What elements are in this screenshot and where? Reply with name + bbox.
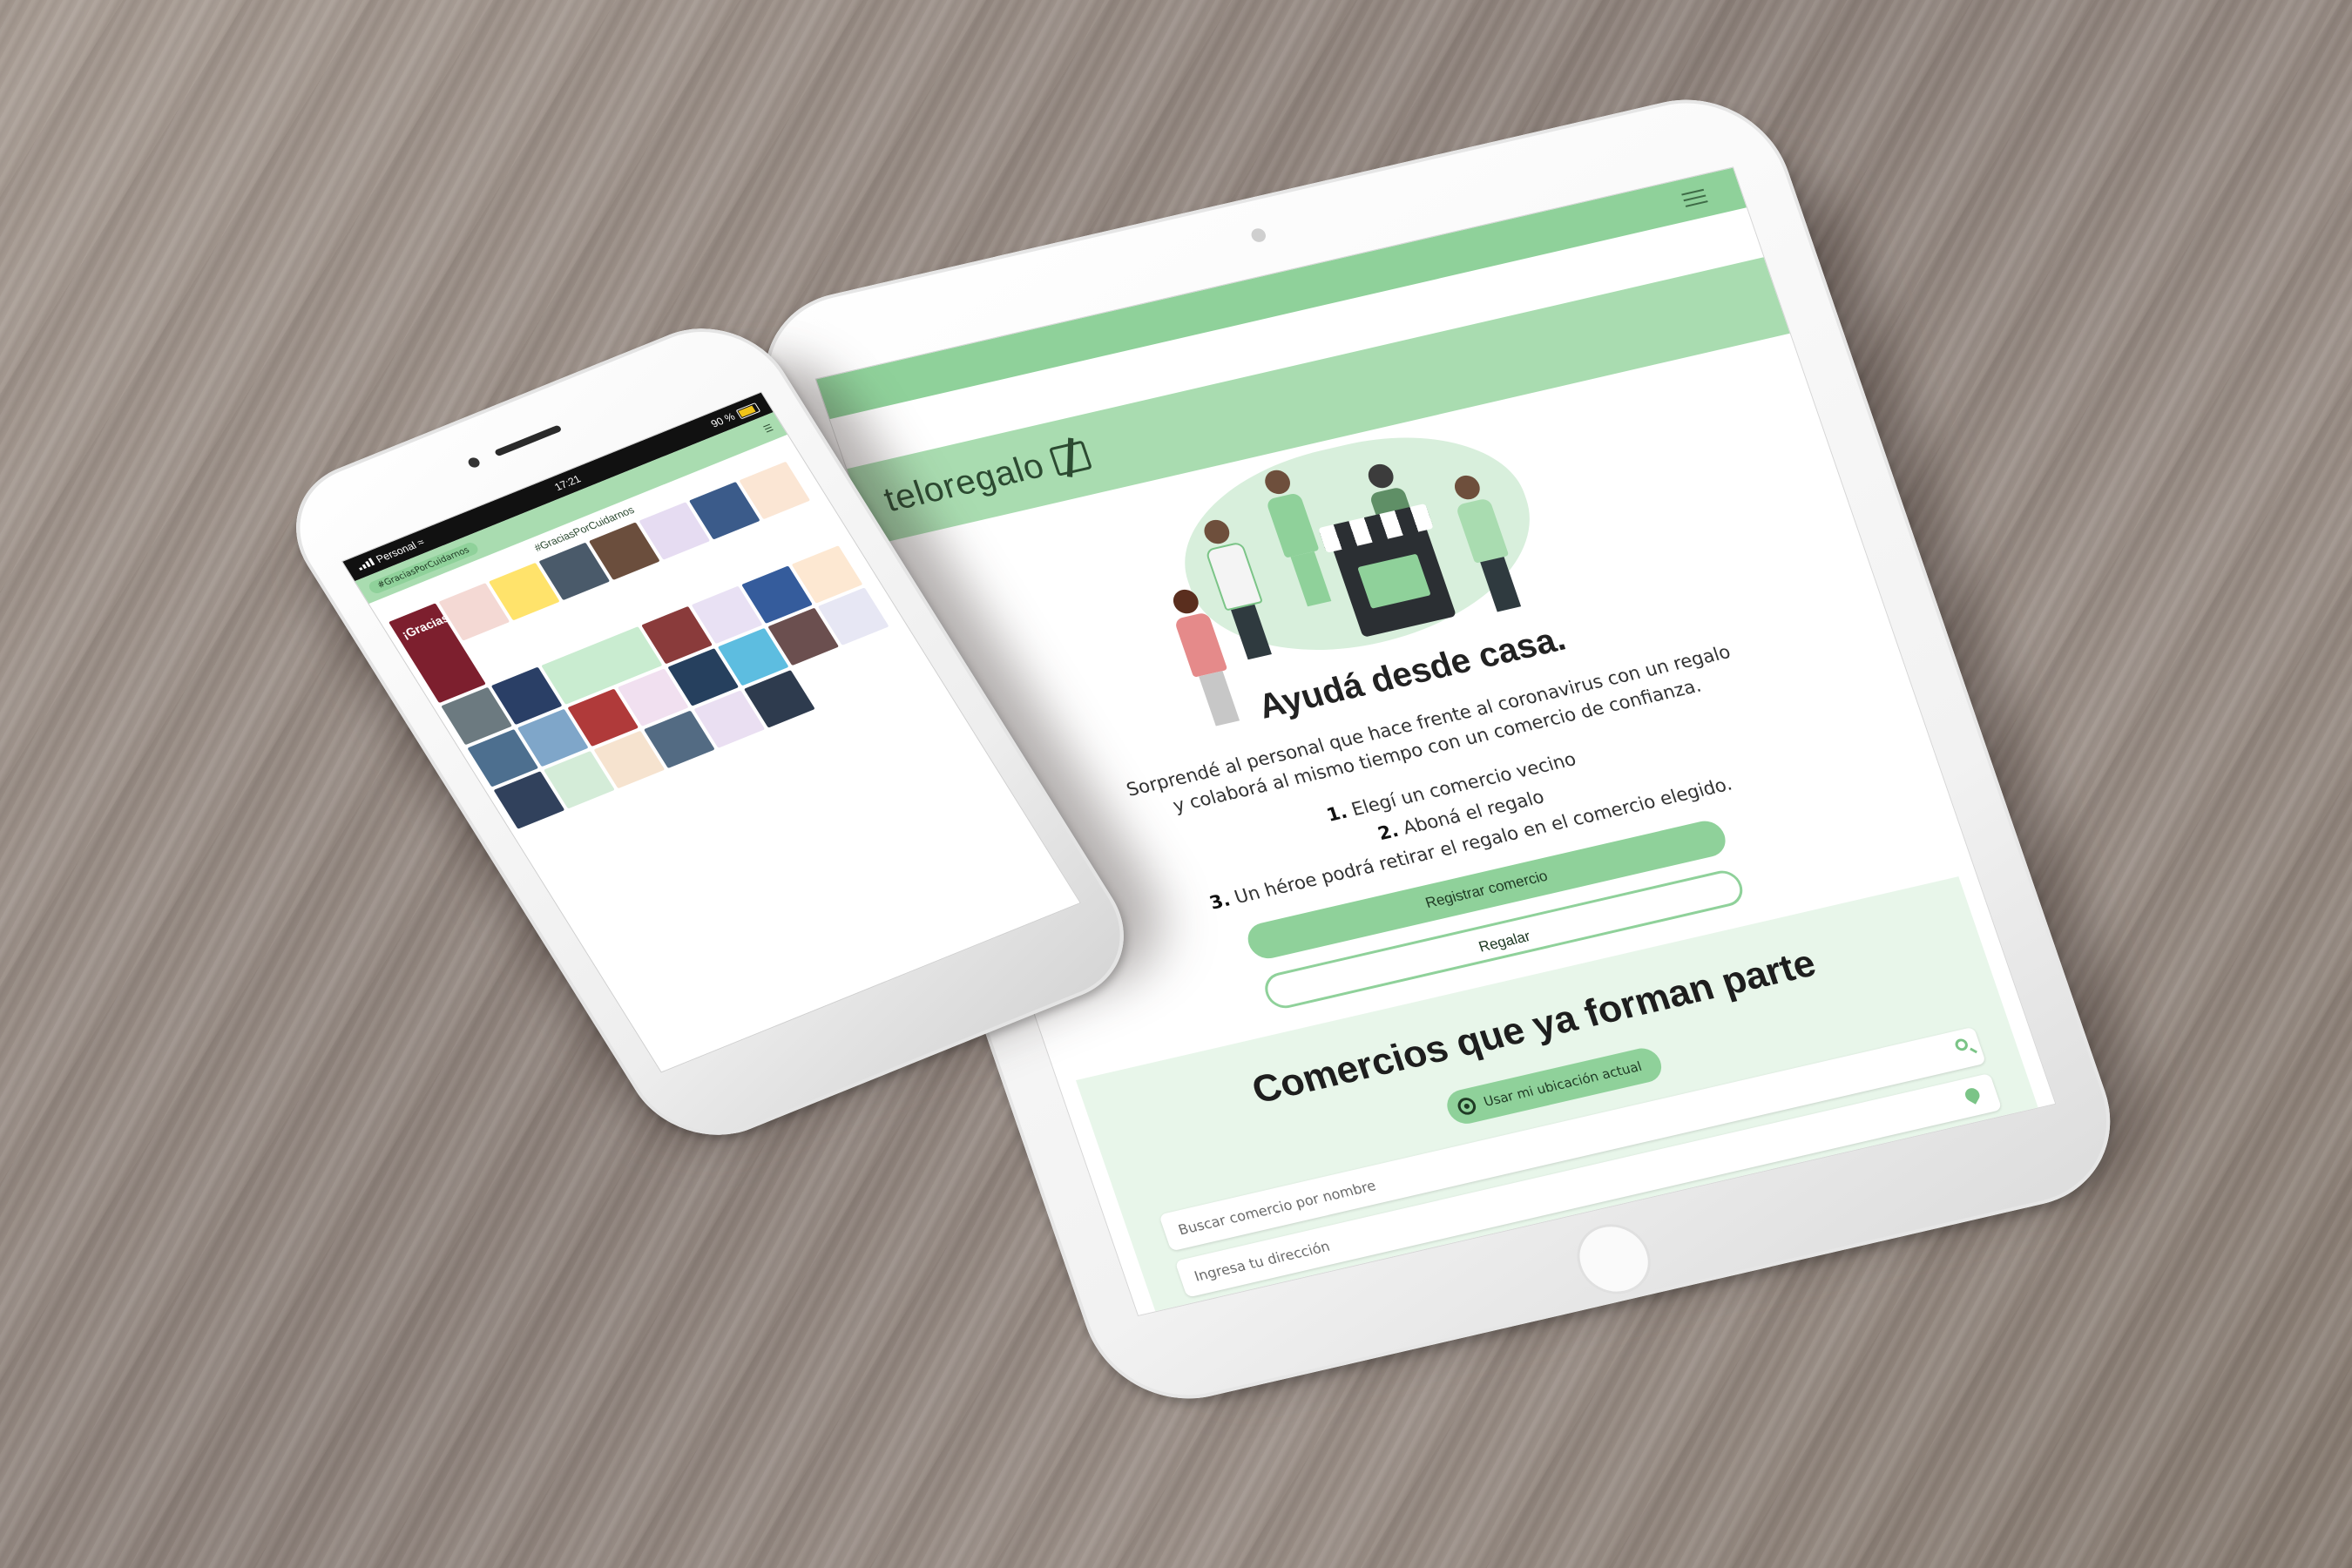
target-icon (1456, 1096, 1479, 1117)
phone-camera (466, 456, 482, 470)
tablet-camera (1249, 226, 1268, 244)
map-pin-icon[interactable] (1960, 1085, 1985, 1107)
search-icon[interactable] (1944, 1037, 1970, 1061)
logo-icon (1048, 440, 1092, 476)
battery-percent: 90 % (708, 410, 738, 430)
phone-speaker (493, 424, 563, 457)
use-location-label: Usar mi ubicación actual (1481, 1058, 1645, 1110)
address-placeholder: Ingresa tu dirección (1192, 1237, 1332, 1285)
phone-menu-icon[interactable]: ☰ (761, 422, 775, 435)
tablet-home-button[interactable] (1567, 1217, 1660, 1301)
menu-icon[interactable] (1681, 188, 1708, 207)
signal-icon (356, 558, 375, 571)
mockup-scene: teloregalo Ayudá desde casa. Sorprendé a… (0, 0, 2352, 1568)
wifi-icon: ≈ (415, 536, 427, 549)
battery-icon (735, 402, 761, 420)
photo-grid: ¡Gracias! (379, 451, 932, 836)
